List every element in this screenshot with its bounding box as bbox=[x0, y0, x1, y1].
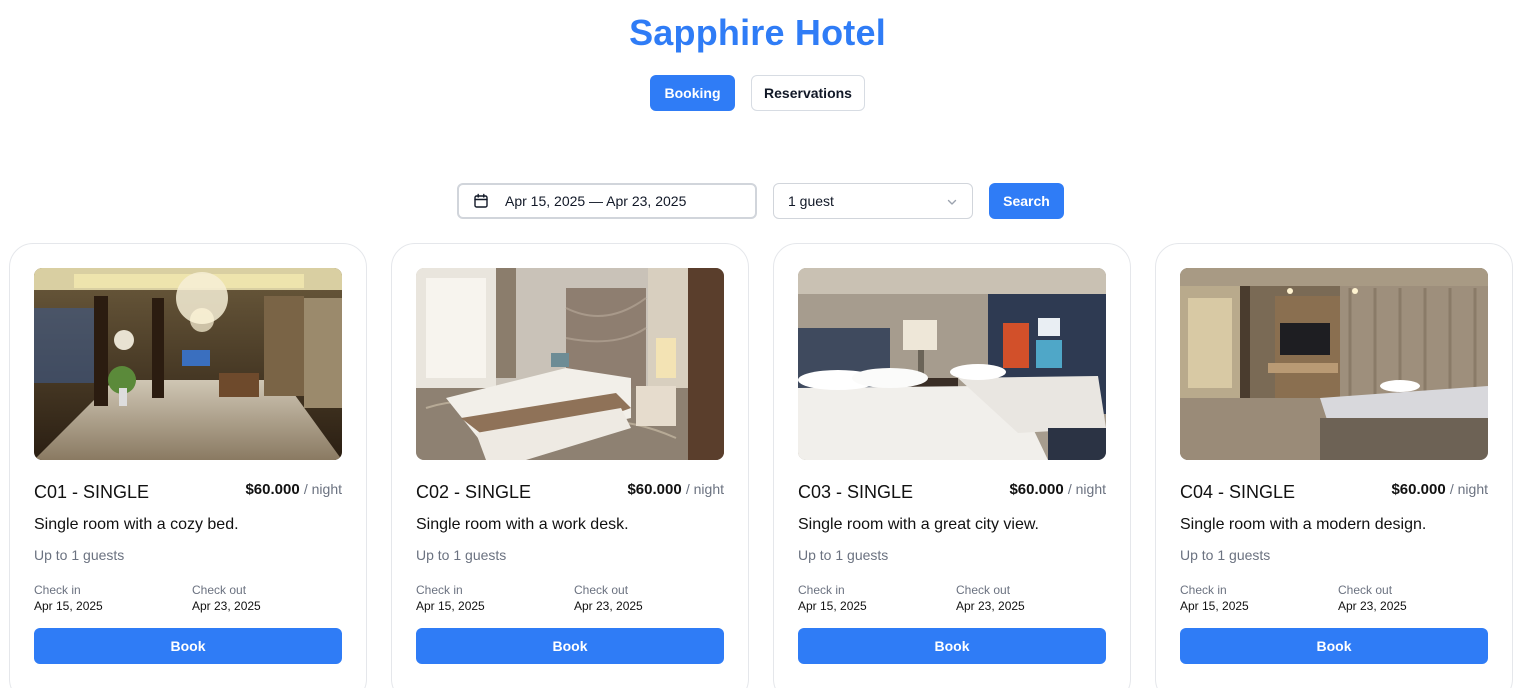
room-price: $60.000 / night bbox=[245, 481, 342, 498]
checkout-date: Apr 23, 2025 bbox=[956, 599, 1025, 613]
room-photo bbox=[34, 268, 342, 460]
page: Sapphire Hotel Booking Reservations Apr … bbox=[0, 0, 1515, 688]
room-capacity: Up to 1 guests bbox=[416, 547, 507, 563]
room-description: Single room with a work desk. bbox=[416, 516, 629, 533]
checkin-date: Apr 15, 2025 bbox=[1180, 599, 1249, 613]
room-price: $60.000 / night bbox=[1009, 481, 1106, 498]
checkin-date: Apr 15, 2025 bbox=[798, 599, 867, 613]
price-unit: / night bbox=[1067, 481, 1106, 497]
page-title: Sapphire Hotel bbox=[629, 12, 886, 53]
checkin-label: Check in bbox=[34, 583, 81, 597]
room-photo bbox=[416, 268, 724, 460]
price-unit: / night bbox=[303, 481, 342, 497]
room-name: C02 - SINGLE bbox=[416, 482, 532, 502]
room-capacity: Up to 1 guests bbox=[798, 547, 889, 563]
room-card: C01 - SINGLE $60.000 / night Single room… bbox=[9, 243, 367, 688]
guest-select[interactable]: 1 guest bbox=[773, 183, 973, 219]
room-description: Single room with a cozy bed. bbox=[34, 516, 239, 533]
room-card: C04 - SINGLE $60.000 / night Single room… bbox=[1155, 243, 1513, 688]
checkin-date: Apr 15, 2025 bbox=[416, 599, 485, 613]
tab-bar: Booking Reservations bbox=[0, 75, 1515, 111]
room-price: $60.000 / night bbox=[1391, 481, 1488, 498]
checkout-date: Apr 23, 2025 bbox=[192, 599, 261, 613]
room-card: C02 - SINGLE $60.000 / night Single room… bbox=[391, 243, 749, 688]
checkin-label: Check in bbox=[416, 583, 463, 597]
room-name: C04 - SINGLE bbox=[1180, 482, 1296, 502]
room-photo bbox=[1180, 268, 1488, 460]
price-amount: $60.000 bbox=[1391, 481, 1446, 498]
book-button[interactable]: Book bbox=[798, 628, 1106, 664]
chevron-down-icon bbox=[946, 195, 958, 207]
room-description: Single room with a modern design. bbox=[1180, 516, 1427, 533]
price-amount: $60.000 bbox=[245, 481, 300, 498]
room-photo bbox=[798, 268, 1106, 460]
room-name: C01 - SINGLE bbox=[34, 482, 150, 502]
date-range-value: Apr 15, 2025 — Apr 23, 2025 bbox=[505, 193, 687, 209]
checkout-date: Apr 23, 2025 bbox=[1338, 599, 1407, 613]
date-range-picker[interactable]: Apr 15, 2025 — Apr 23, 2025 bbox=[457, 183, 757, 219]
price-unit: / night bbox=[1449, 481, 1488, 497]
checkout-label: Check out bbox=[574, 583, 629, 597]
price-unit: / night bbox=[685, 481, 724, 497]
room-capacity: Up to 1 guests bbox=[1180, 547, 1271, 563]
room-card: C03 - SINGLE $60.000 / night Single room… bbox=[773, 243, 1131, 688]
room-capacity: Up to 1 guests bbox=[34, 547, 125, 563]
book-button[interactable]: Book bbox=[416, 628, 724, 664]
checkout-label: Check out bbox=[956, 583, 1011, 597]
tab-booking[interactable]: Booking bbox=[650, 75, 735, 111]
checkout-label: Check out bbox=[1338, 583, 1393, 597]
room-price: $60.000 / night bbox=[627, 481, 724, 498]
checkout-date: Apr 23, 2025 bbox=[574, 599, 643, 613]
checkin-label: Check in bbox=[1180, 583, 1227, 597]
tab-reservations[interactable]: Reservations bbox=[751, 75, 865, 111]
room-name: C03 - SINGLE bbox=[798, 482, 914, 502]
book-button[interactable]: Book bbox=[1180, 628, 1488, 664]
checkout-label: Check out bbox=[192, 583, 247, 597]
checkin-label: Check in bbox=[798, 583, 845, 597]
guest-select-value: 1 guest bbox=[788, 193, 834, 209]
room-description: Single room with a great city view. bbox=[798, 516, 1039, 533]
price-amount: $60.000 bbox=[627, 481, 682, 498]
price-amount: $60.000 bbox=[1009, 481, 1064, 498]
checkin-date: Apr 15, 2025 bbox=[34, 599, 103, 613]
calendar-icon bbox=[473, 193, 489, 209]
search-button[interactable]: Search bbox=[989, 183, 1064, 219]
book-button[interactable]: Book bbox=[34, 628, 342, 664]
